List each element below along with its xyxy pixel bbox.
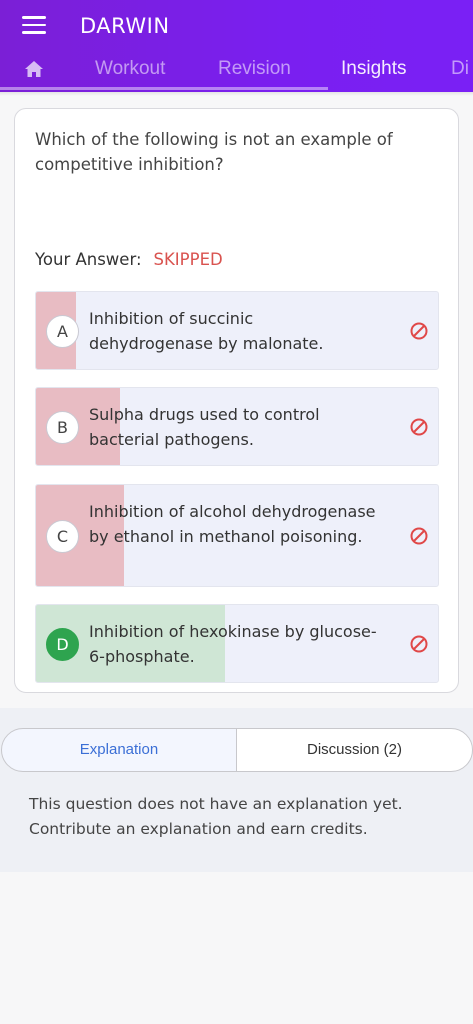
option-d-text: Inhibition of hexokinase by glucose-6-ph…: [89, 622, 377, 666]
option-b-letter: B: [46, 411, 79, 444]
tab-revision[interactable]: Revision: [218, 58, 291, 80]
your-answer-row: Your Answer: SKIPPED: [35, 250, 223, 269]
explanation-text: This question does not have an explanati…: [29, 795, 403, 838]
option-b[interactable]: B Sulpha drugs used to control bacterial…: [35, 387, 439, 466]
ban-icon: [410, 635, 428, 653]
header-shadow: [0, 92, 473, 96]
answer-status: SKIPPED: [153, 250, 223, 269]
option-c-letter: C: [46, 520, 79, 553]
option-a-letter: A: [46, 315, 79, 348]
ban-icon: [410, 418, 428, 436]
tab-di[interactable]: Di: [451, 58, 469, 80]
option-d[interactable]: D Inhibition of hexokinase by glucose-6-…: [35, 604, 439, 683]
hamburger-menu-icon[interactable]: [22, 16, 46, 34]
ban-icon: [410, 322, 428, 340]
option-b-text: Sulpha drugs used to control bacterial p…: [89, 405, 320, 449]
tab-discussion[interactable]: Discussion (2): [236, 728, 473, 772]
tab-workout[interactable]: Workout: [95, 58, 165, 80]
option-c[interactable]: C Inhibition of alcohol dehydrogenase by…: [35, 484, 439, 587]
option-a-text: Inhibition of succinic dehydrogenase by …: [89, 309, 324, 353]
app-title: DARWIN: [80, 14, 170, 38]
nav-tabs: Workout Revision Insights Di: [0, 52, 473, 92]
app-header: DARWIN Workout Revision Insights Di: [0, 0, 473, 92]
option-a[interactable]: A Inhibition of succinic dehydrogenase b…: [35, 291, 439, 370]
tab-insights[interactable]: Insights: [341, 58, 406, 80]
home-icon[interactable]: [24, 60, 44, 78]
your-answer-label: Your Answer:: [35, 250, 142, 269]
option-c-text: Inhibition of alcohol dehydrogenase by e…: [89, 502, 376, 546]
question-text: Which of the following is not an example…: [35, 130, 393, 174]
question-card: Which of the following is not an example…: [14, 108, 459, 693]
tab-indicator: [0, 87, 328, 90]
option-d-letter: D: [46, 628, 79, 661]
tab-explanation[interactable]: Explanation: [1, 728, 237, 772]
ban-icon: [410, 527, 428, 545]
